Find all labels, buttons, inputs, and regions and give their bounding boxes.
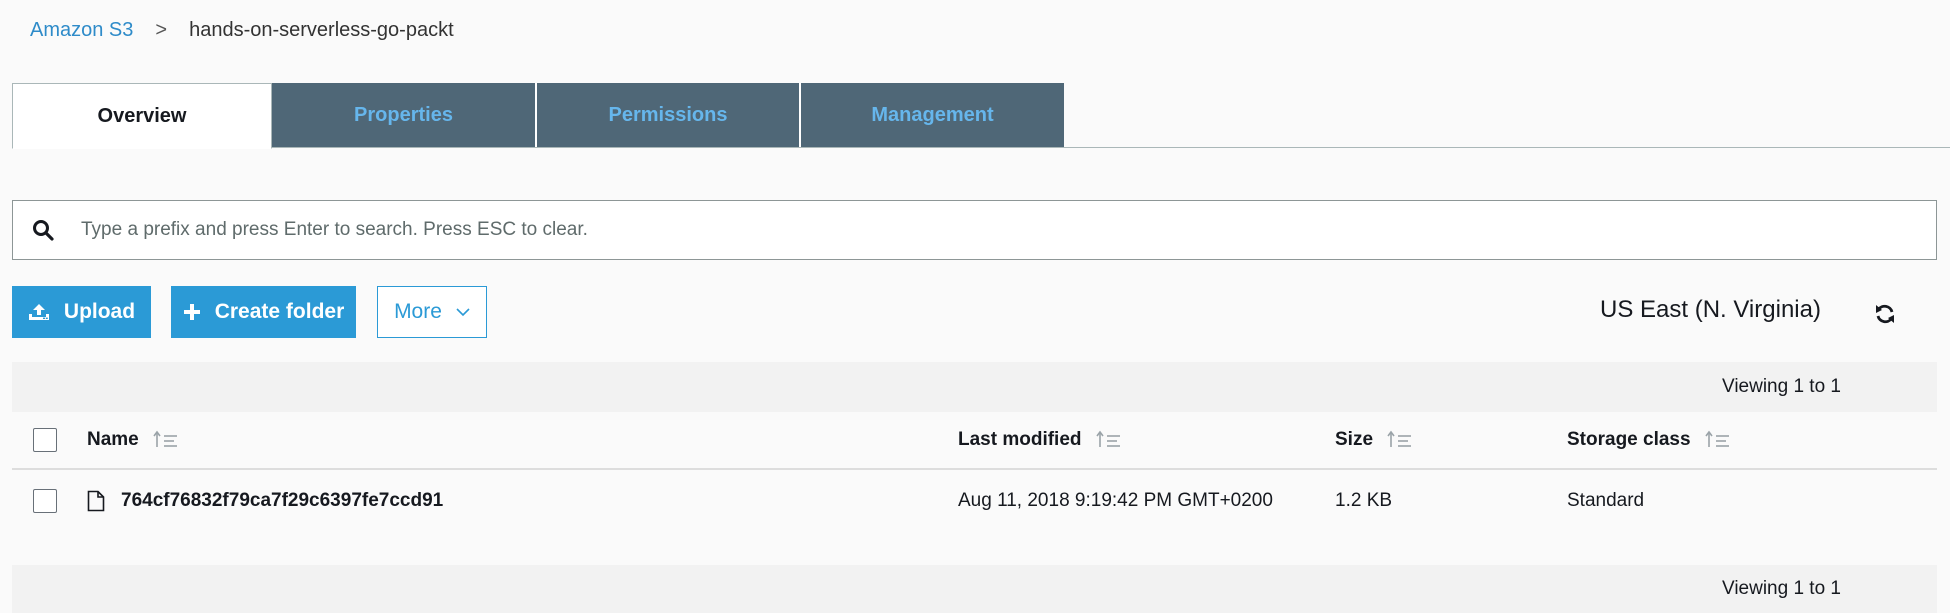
column-size[interactable]: Size bbox=[1335, 412, 1413, 468]
region-label: US East (N. Virginia) bbox=[1600, 296, 1821, 323]
tab-permissions[interactable]: Permissions bbox=[537, 83, 801, 147]
refresh-icon[interactable] bbox=[1873, 302, 1897, 326]
create-folder-button[interactable]: Create folder bbox=[171, 286, 356, 338]
search-box bbox=[12, 200, 1937, 260]
table-header: Name Last modified Size Storage class bbox=[12, 412, 1937, 470]
sort-icon[interactable] bbox=[153, 430, 179, 450]
breadcrumb-amazon-s3-link[interactable]: Amazon S3 bbox=[30, 19, 133, 42]
object-name-link[interactable]: 764cf76832f79ca7f29c6397fe7ccd91 bbox=[121, 490, 443, 512]
pagination-info-top: Viewing 1 to 1 bbox=[12, 362, 1937, 412]
viewing-count-bottom: Viewing 1 to 1 bbox=[1721, 578, 1841, 599]
more-dropdown-button[interactable]: More bbox=[377, 286, 487, 338]
sort-icon[interactable] bbox=[1387, 430, 1413, 450]
upload-button[interactable]: Upload bbox=[12, 286, 151, 338]
upload-label: Upload bbox=[63, 300, 136, 323]
tab-properties[interactable]: Properties bbox=[272, 83, 537, 147]
tab-overview[interactable]: Overview bbox=[12, 83, 272, 149]
size-cell: 1.2 KB bbox=[1335, 490, 1393, 511]
storage-class-cell: Standard bbox=[1567, 490, 1645, 511]
column-size-label: Size bbox=[1335, 429, 1374, 450]
last-modified-cell: Aug 11, 2018 9:19:42 PM GMT+0200 bbox=[958, 490, 1273, 511]
column-storage-class-label: Storage class bbox=[1567, 429, 1691, 450]
select-all-checkbox[interactable] bbox=[33, 428, 57, 452]
pagination-info-bottom: Viewing 1 to 1 bbox=[12, 565, 1937, 613]
breadcrumb-separator: > bbox=[155, 18, 168, 41]
more-label: More bbox=[394, 300, 442, 323]
chevron-down-icon bbox=[456, 307, 470, 317]
column-name[interactable]: Name bbox=[87, 412, 179, 468]
viewing-count-top: Viewing 1 to 1 bbox=[1721, 376, 1841, 397]
plus-icon bbox=[183, 303, 201, 321]
column-storage-class[interactable]: Storage class bbox=[1567, 412, 1731, 468]
row-checkbox[interactable] bbox=[33, 489, 57, 513]
table-row[interactable]: 764cf76832f79ca7f29c6397fe7ccd91 Aug 11,… bbox=[12, 472, 1937, 530]
column-last-modified-label: Last modified bbox=[958, 429, 1082, 450]
breadcrumb-current-bucket: hands-on-serverless-go-packt bbox=[189, 18, 454, 41]
file-icon bbox=[87, 490, 105, 512]
column-last-modified[interactable]: Last modified bbox=[958, 412, 1122, 468]
upload-icon bbox=[28, 302, 50, 322]
tab-management[interactable]: Management bbox=[801, 83, 1064, 147]
sort-icon[interactable] bbox=[1095, 430, 1122, 450]
create-folder-label: Create folder bbox=[214, 300, 345, 323]
breadcrumb: Amazon S3 > hands-on-serverless-go-packt bbox=[30, 14, 454, 46]
tab-bar: Overview Properties Permissions Manageme… bbox=[12, 83, 1950, 149]
sort-icon[interactable] bbox=[1704, 430, 1731, 450]
search-icon bbox=[33, 220, 54, 241]
column-name-label: Name bbox=[87, 429, 139, 450]
search-input[interactable] bbox=[79, 201, 1936, 259]
object-name-cell: 764cf76832f79ca7f29c6397fe7ccd91 bbox=[87, 472, 443, 530]
